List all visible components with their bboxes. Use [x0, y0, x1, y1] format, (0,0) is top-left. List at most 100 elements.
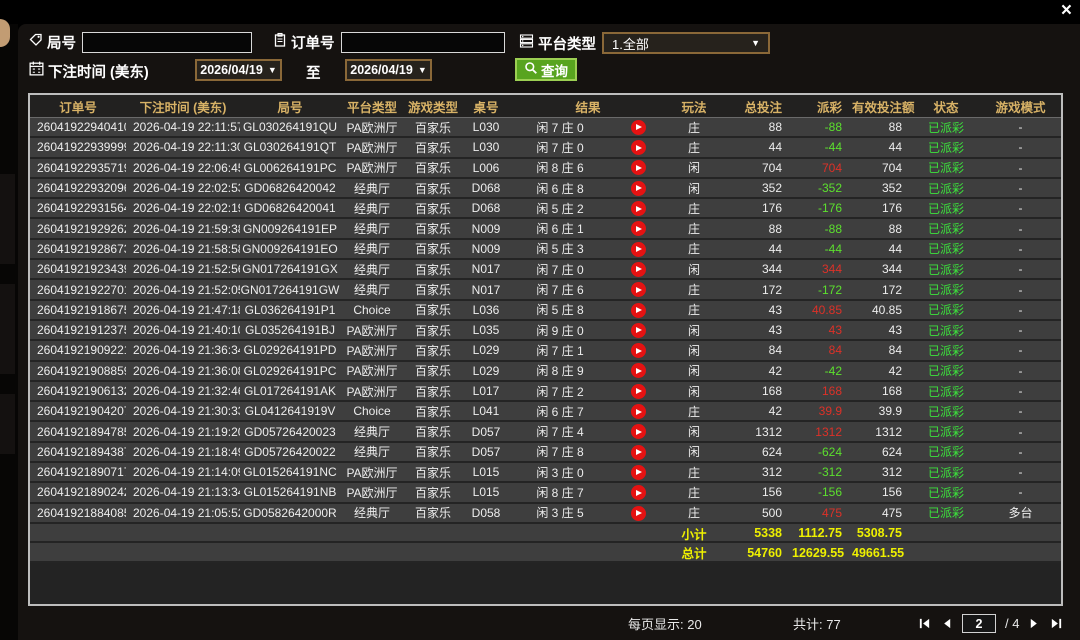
- valid-bet: 624: [852, 445, 912, 459]
- to-label: 至: [306, 62, 321, 83]
- play-type: 闲: [666, 180, 722, 197]
- table-number: N009: [462, 222, 510, 236]
- total-bet: 88: [722, 222, 792, 236]
- payout-sum: 12629.55: [792, 546, 852, 560]
- game-type: 百家乐: [404, 464, 462, 481]
- status-badge: 已派彩: [912, 240, 980, 257]
- order-input[interactable]: [341, 32, 505, 53]
- bet-history-modal: 局号 订单号 平台类型 1.全部 ▼ 下注时间 (美东) 2026/04/19 …: [18, 24, 1080, 640]
- query-button[interactable]: 查询: [515, 58, 577, 81]
- play-video-icon[interactable]: [631, 120, 646, 135]
- bet-time: 2026-04-19 22:06:45: [126, 161, 240, 175]
- calendar-icon: [28, 60, 45, 82]
- result: 闲 5 庄 8: [510, 301, 610, 318]
- bet-time: 2026-04-19 21:36:34: [126, 343, 240, 357]
- play-video-icon[interactable]: [631, 384, 646, 399]
- table-number: D068: [462, 181, 510, 195]
- game-mode: -: [980, 242, 1061, 256]
- game-mode: -: [980, 343, 1061, 357]
- game-mode: -: [980, 222, 1061, 236]
- first-page-icon[interactable]: [918, 617, 931, 630]
- game-type: 百家乐: [404, 301, 462, 318]
- prev-page-icon[interactable]: [940, 617, 953, 630]
- game-type: 百家乐: [404, 342, 462, 359]
- table-row: 2604192192867352026-04-19 21:58:58GN0092…: [30, 240, 1061, 260]
- round-id: GL030264191QT: [240, 140, 340, 154]
- play-video-icon[interactable]: [631, 323, 646, 338]
- play-video-icon[interactable]: [631, 424, 646, 439]
- payout: -172: [792, 283, 852, 297]
- table-row: 2604192189438732026-04-19 21:18:49GD0572…: [30, 443, 1061, 463]
- game-type: 百家乐: [404, 362, 462, 379]
- order-id: 260419229357199: [30, 161, 126, 175]
- play-video-icon[interactable]: [631, 343, 646, 358]
- play-video-icon[interactable]: [631, 201, 646, 216]
- close-icon[interactable]: ×: [1061, 0, 1072, 22]
- table-row: 2604192192343972026-04-19 21:52:56GN0172…: [30, 260, 1061, 280]
- play-type: 闲: [666, 322, 722, 339]
- play-type: 闲: [666, 423, 722, 440]
- date-to-picker[interactable]: 2026/04/19 ▼: [345, 59, 432, 81]
- round-id: GL030264191QU: [240, 120, 340, 134]
- subtotal-row: 小计53381112.755308.75: [30, 524, 1061, 544]
- game-mode: -: [980, 384, 1061, 398]
- play-video-icon[interactable]: [631, 404, 646, 419]
- play-video-icon[interactable]: [631, 445, 646, 460]
- current-page-input[interactable]: 2: [962, 614, 996, 633]
- status-badge: 已派彩: [912, 139, 980, 156]
- bet-time: 2026-04-19 21:36:08: [126, 364, 240, 378]
- grand-total-row: 总计5476012629.5549661.55: [30, 543, 1061, 563]
- play-type: 闲: [666, 159, 722, 176]
- status-badge: 已派彩: [912, 220, 980, 237]
- platform-select[interactable]: 1.全部 ▼: [602, 32, 770, 54]
- play-video-icon[interactable]: [631, 262, 646, 277]
- round-input[interactable]: [82, 32, 252, 53]
- play-video-icon[interactable]: [631, 506, 646, 521]
- result: 闲 7 庄 0: [510, 119, 610, 136]
- play-video-icon[interactable]: [631, 363, 646, 378]
- platform-type: 经典厅: [340, 504, 404, 521]
- game-type: 百家乐: [404, 383, 462, 400]
- game-mode: -: [980, 303, 1061, 317]
- play-video-icon[interactable]: [631, 242, 646, 257]
- result: 闲 7 庄 4: [510, 423, 610, 440]
- total-bet: 344: [722, 262, 792, 276]
- play-video-icon[interactable]: [631, 465, 646, 480]
- next-page-icon[interactable]: [1028, 617, 1041, 630]
- game-type: 百家乐: [404, 119, 462, 136]
- play-video-icon[interactable]: [631, 181, 646, 196]
- total-bet: 624: [722, 445, 792, 459]
- valid-bet: 352: [852, 181, 912, 195]
- total-bet: 168: [722, 384, 792, 398]
- play-type: 闲: [666, 443, 722, 460]
- play-video-icon[interactable]: [631, 140, 646, 155]
- platform-type: PA欧洲厅: [340, 159, 404, 176]
- platform-type: 经典厅: [340, 423, 404, 440]
- platform-type: 经典厅: [340, 240, 404, 257]
- play-type: 庄: [666, 301, 722, 318]
- play-video-icon[interactable]: [631, 303, 646, 318]
- result: 闲 8 庄 9: [510, 362, 610, 379]
- game-mode: -: [980, 120, 1061, 134]
- payout: -312: [792, 465, 852, 479]
- column-header: 有效投注额: [852, 97, 912, 116]
- per-page-label: 每页显示:: [628, 617, 684, 632]
- valid-bet: 39.9: [852, 404, 912, 418]
- play-video-icon[interactable]: [631, 221, 646, 236]
- round-id: GL0412641919V: [240, 404, 340, 418]
- game-type: 百家乐: [404, 322, 462, 339]
- game-mode: -: [980, 201, 1061, 215]
- game-mode: -: [980, 404, 1061, 418]
- game-type: 百家乐: [404, 139, 462, 156]
- total-bet: 352: [722, 181, 792, 195]
- total-bet: 88: [722, 120, 792, 134]
- round-id: GL036264191P1: [240, 303, 340, 317]
- date-from-picker[interactable]: 2026/04/19 ▼: [195, 59, 282, 81]
- payout: 40.85: [792, 303, 852, 317]
- status-badge: 已派彩: [912, 261, 980, 278]
- play-video-icon[interactable]: [631, 282, 646, 297]
- play-video-icon[interactable]: [631, 485, 646, 500]
- table-number: L006: [462, 161, 510, 175]
- play-video-icon[interactable]: [631, 160, 646, 175]
- last-page-icon[interactable]: [1050, 617, 1063, 630]
